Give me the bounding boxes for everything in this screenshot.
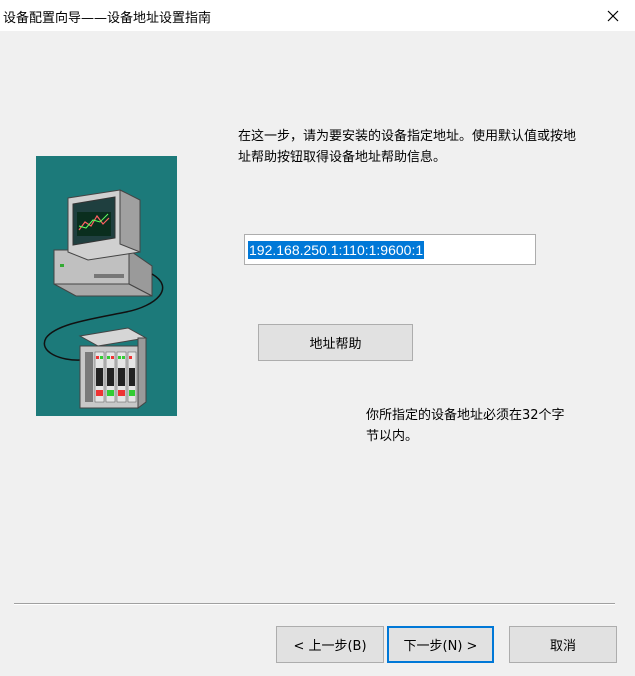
footer-divider	[14, 603, 615, 605]
address-help-button[interactable]: 地址帮助	[258, 324, 413, 361]
window-title: 设备配置向导——设备地址设置指南	[3, 11, 212, 26]
device-address-input[interactable]: 192.168.250.1:110:1:9600:1	[244, 234, 536, 265]
back-button[interactable]: < 上一步(B)	[276, 626, 384, 663]
device-address-value: 192.168.250.1:110:1:9600:1	[248, 240, 425, 259]
cancel-button[interactable]: 取消	[509, 626, 617, 663]
address-length-note: 你所指定的设备地址必须在32个字节以内。	[366, 408, 565, 444]
instruction-text: 在这一步，请为要安装的设备指定地址。使用默认值或按地址帮助按钮取得设备地址帮助信…	[238, 129, 577, 165]
computer-to-plc-connection-illustration	[36, 156, 177, 416]
illustration-graphic	[43, 189, 164, 409]
next-button[interactable]: 下一步(N) >	[387, 626, 494, 663]
close-button[interactable]	[590, 0, 635, 31]
close-icon	[607, 10, 618, 21]
title-bar: 设备配置向导——设备地址设置指南	[0, 0, 635, 31]
